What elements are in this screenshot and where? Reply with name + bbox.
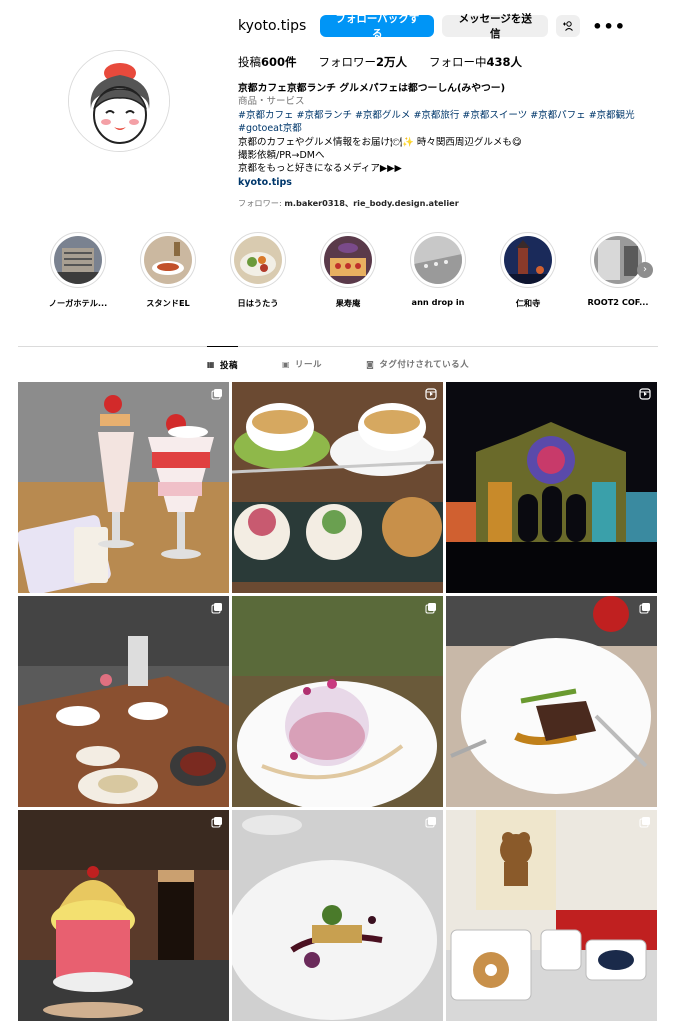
carousel-icon — [211, 389, 222, 400]
carousel-icon — [211, 603, 222, 614]
tab-reels[interactable]: ▣ リール — [282, 346, 322, 382]
post-image — [18, 382, 229, 593]
bio-text-line-1: 京都のカフェやグルメ情報をお届け🍽✨ 時々関西周辺グルメも😋 — [238, 136, 522, 148]
highlight-item[interactable]: 果寿庵 — [314, 232, 382, 309]
post-image — [232, 382, 443, 593]
bio-hashtags-line-1[interactable]: #京都カフェ #京都ランチ #京都グルメ #京都旅行 #京都スイーツ #京都パフ… — [238, 109, 658, 122]
post-image — [446, 810, 657, 1021]
bio-text-line-3: 京都をもっと好きになるメディア▶▶▶ — [238, 163, 402, 175]
profile-tabs: ▦ 投稿 ▣ リール ◙ タグ付けされている人 — [18, 346, 658, 382]
followed-by[interactable]: フォロワー: m.baker0318、rie_body.design.ateli… — [238, 197, 658, 209]
post-image — [446, 596, 657, 807]
highlight-label: ann drop in — [411, 297, 465, 307]
post-tile[interactable] — [232, 810, 443, 1021]
story-highlights: ノーガホテル... スタンドEL 日はうたう 果寿庵 ann drop in 仁… — [44, 232, 664, 312]
tab-tagged[interactable]: ◙ タグ付けされている人 — [366, 346, 469, 382]
username: kyoto.tips — [238, 18, 307, 34]
highlight-label: ノーガホテル... — [48, 298, 108, 308]
highlight-thumbnail — [504, 236, 552, 284]
carousel-icon — [639, 817, 650, 828]
reels-icon: ▣ — [281, 359, 291, 369]
highlight-item[interactable]: 日はうたう — [224, 232, 292, 309]
highlight-thumbnail — [234, 236, 282, 284]
post-tile[interactable] — [232, 596, 443, 807]
highlight-item[interactable]: ノーガホテル... — [44, 232, 112, 309]
profile-display-name: 京都カフェ京都ランチ グルメパフェは都つーしん(みやつー) — [238, 83, 506, 94]
message-button[interactable]: メッセージを送信 — [442, 13, 549, 40]
post-tile[interactable] — [232, 382, 443, 593]
post-tile[interactable] — [18, 382, 229, 593]
reel-icon — [639, 388, 651, 400]
grid-icon: ▦ — [206, 360, 215, 369]
profile-header: kyoto.tips フォローバックする メッセージを送信 ••• 投稿600件… — [238, 13, 658, 209]
highlight-thumbnail — [594, 236, 642, 284]
highlight-label: スタンドEL — [146, 298, 190, 308]
bio-hashtags-line-2[interactable]: #gotoeat京都 — [238, 122, 658, 135]
chevron-right-icon[interactable]: › — [637, 262, 653, 278]
carousel-icon — [211, 817, 222, 828]
stat-posts[interactable]: 投稿600件 — [238, 54, 297, 70]
highlight-thumbnail — [324, 236, 372, 284]
highlight-item[interactable]: 仁和寺 — [494, 232, 562, 309]
highlight-item[interactable]: ann drop in — [404, 232, 472, 307]
profile-stats: 投稿600件 フォロワー2万人 フォロー中438人 — [238, 53, 658, 71]
post-image — [446, 382, 657, 593]
more-options-icon[interactable]: ••• — [592, 17, 626, 36]
followed-by-prefix: フォロワー: — [238, 198, 285, 209]
suggested-users-button[interactable] — [556, 15, 581, 37]
post-tile[interactable] — [18, 810, 229, 1021]
tagged-icon: ◙ — [366, 359, 375, 369]
stat-followers[interactable]: フォロワー2万人 — [319, 54, 408, 70]
highlight-thumbnail — [144, 236, 192, 284]
avatar-illustration — [69, 51, 169, 151]
post-image — [18, 596, 229, 807]
carousel-icon — [639, 603, 650, 614]
carousel-icon — [425, 603, 436, 614]
add-user-icon — [563, 21, 574, 31]
tab-label: タグ付けされている人 — [379, 360, 470, 370]
profile-avatar[interactable] — [68, 50, 170, 152]
tab-posts[interactable]: ▦ 投稿 — [206, 346, 238, 382]
carousel-icon — [425, 817, 436, 828]
highlight-label: 仁和寺 — [515, 298, 541, 308]
highlight-label: ROOT2 COF... — [587, 297, 649, 307]
highlight-item[interactable]: スタンドEL — [134, 232, 202, 309]
followed-by-names: m.baker0318、rie_body.design.atelier — [284, 198, 459, 209]
tab-label: リール — [295, 360, 323, 370]
stat-following[interactable]: フォロー中438人 — [429, 54, 522, 70]
highlight-thumbnail — [54, 236, 102, 284]
highlight-thumbnail — [414, 236, 462, 284]
follow-back-button[interactable]: フォローバックする — [320, 13, 435, 40]
posts-grid — [18, 382, 658, 1021]
post-tile[interactable] — [446, 596, 657, 807]
post-tile[interactable] — [446, 810, 657, 1021]
profile-category: 商品・サービス — [238, 96, 305, 108]
bio-website-link[interactable]: kyoto.tips — [238, 176, 658, 189]
tab-label: 投稿 — [219, 360, 238, 371]
post-tile[interactable] — [18, 596, 229, 807]
highlight-label: 果寿庵 — [335, 298, 361, 308]
bio-text-line-2: 撮影依頼/PR→DMへ — [238, 150, 325, 162]
post-image — [18, 810, 229, 1021]
highlight-label: 日はうたう — [237, 298, 279, 308]
post-image — [232, 596, 443, 807]
reel-icon — [425, 388, 437, 400]
profile-actions-row: kyoto.tips フォローバックする メッセージを送信 ••• — [238, 13, 658, 40]
post-image — [232, 810, 443, 1021]
post-tile[interactable] — [446, 382, 657, 593]
profile-bio: 京都カフェ京都ランチ グルメパフェは都つーしん(みやつー) 商品・サービス #京… — [238, 82, 658, 189]
